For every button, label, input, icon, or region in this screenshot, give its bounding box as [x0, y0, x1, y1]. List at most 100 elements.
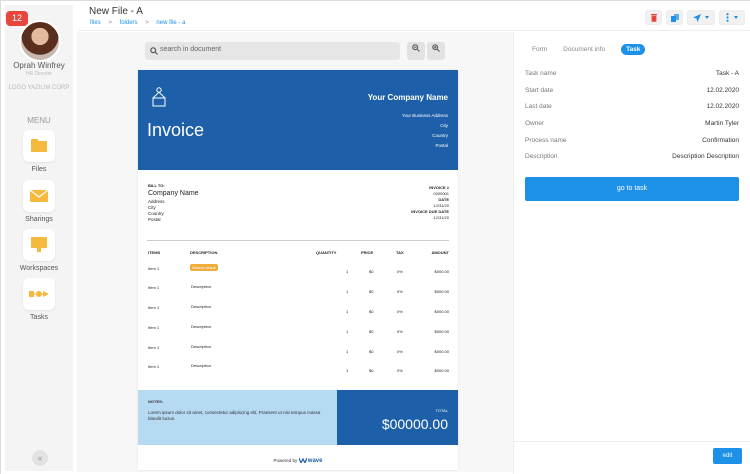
zoom-in-button[interactable] — [427, 42, 445, 60]
row-price: $0 — [369, 349, 374, 354]
zoom-out-button[interactable] — [407, 42, 425, 60]
chevron-down-icon — [705, 16, 709, 19]
row-price: $0 — [369, 329, 374, 334]
more-icon — [726, 13, 729, 22]
send-button[interactable] — [687, 10, 715, 25]
company-country: Country — [432, 133, 448, 138]
notes-label: NOTES: — [148, 399, 164, 404]
notification-badge[interactable]: 12 — [6, 11, 28, 26]
sidebar: 12 Oprah Winfrey HR Director LOGO YAZILI… — [5, 5, 73, 471]
user-name: Oprah Winfrey — [13, 61, 65, 70]
row-quantity: 1 — [346, 368, 349, 373]
divider — [147, 240, 449, 241]
go-to-task-button[interactable]: go to task — [525, 177, 739, 201]
search-result-highlight[interactable]: Search result — [190, 264, 218, 271]
column-header-quantity: QUANTITY — [316, 250, 337, 255]
row-tax: 0% — [397, 368, 403, 373]
search-input[interactable]: search in document — [145, 42, 400, 60]
row-amount: $000.00 — [434, 309, 449, 314]
flow-icon — [29, 291, 49, 297]
company-postal: Postal — [435, 143, 448, 148]
row-quantity: 1 — [346, 329, 349, 334]
user-role: HR Director — [25, 71, 53, 77]
powered-by: Powered by wave — [138, 457, 458, 465]
company-name: LOGO YAZILIM CORP — [8, 85, 70, 91]
field-label: Last date — [525, 103, 552, 110]
wave-logo-icon — [297, 457, 308, 465]
document-viewer: search in document Invoice Your Company … — [77, 32, 513, 472]
company-address: Your Business Address City Country Posta… — [402, 111, 448, 151]
row-item: Item 1 — [148, 345, 160, 350]
delete-button[interactable] — [645, 10, 662, 25]
folder-icon — [31, 141, 47, 152]
workspace-icon — [31, 237, 47, 252]
tab-task[interactable]: Task — [621, 44, 646, 55]
total-block: TOTAL $00000.00 — [337, 390, 458, 445]
zoom-in-icon — [432, 44, 440, 52]
sidebar-item-tasks[interactable]: Tasks — [5, 278, 73, 321]
row-amount: $000.00 — [434, 349, 449, 354]
header: New File - A files > folders > new file … — [78, 1, 750, 31]
page-title: New File - A — [89, 6, 143, 17]
task-panel: Form Document info Task Task name Task -… — [513, 32, 750, 474]
breadcrumb-folders[interactable]: folders — [120, 20, 138, 26]
breadcrumb-separator: > — [108, 20, 112, 26]
row-amount: $000.00 — [434, 329, 449, 334]
row-description: Search result — [190, 264, 218, 271]
row-amount: $000.00 — [434, 368, 449, 373]
search-placeholder: search in document — [160, 46, 222, 53]
bill-postal: Postal — [148, 217, 161, 222]
sidebar-item-label: Sharings — [25, 216, 53, 223]
more-button[interactable] — [719, 10, 745, 25]
powered-by-label: Powered by — [273, 458, 298, 463]
sidebar-item-sharings[interactable]: Sharings — [5, 180, 73, 223]
breadcrumb-files[interactable]: files — [90, 20, 101, 26]
column-header-tax: TAX — [396, 250, 404, 255]
panel-tabs: Form Document info Task — [532, 44, 661, 55]
row-price: $0 — [369, 269, 374, 274]
tab-form[interactable]: Form — [532, 46, 547, 53]
row-item: Item 1 — [148, 364, 160, 369]
row-price: $0 — [369, 368, 374, 373]
row-item: Item 1 — [148, 266, 160, 271]
invoice-logo-icon — [152, 87, 166, 107]
company-city: City — [440, 123, 448, 128]
row-quantity: 1 — [346, 269, 349, 274]
field-label: Owner — [525, 120, 545, 127]
row-price: $0 — [369, 289, 374, 294]
row-tax: 0% — [397, 329, 403, 334]
share-button[interactable] — [666, 10, 683, 25]
sidebar-item-label: Tasks — [30, 314, 48, 321]
invoice-due-date: 12/31/20 — [433, 215, 449, 220]
powered-by-brand: wave — [307, 458, 323, 464]
row-description: Description — [191, 324, 212, 329]
sidebar-item-files[interactable]: Files — [5, 130, 73, 173]
edit-button[interactable]: edit — [713, 448, 742, 464]
field-value: Task - A — [715, 70, 739, 77]
field-label: Task name — [525, 70, 557, 77]
breadcrumb-current[interactable]: new file - a — [156, 20, 185, 26]
field-value: Confirmation — [702, 137, 739, 144]
field-value: Description Description — [672, 153, 739, 160]
breadcrumb: files > folders > new file - a — [90, 20, 191, 26]
row-description: Description — [191, 304, 212, 309]
bill-company: Company Name — [148, 190, 199, 197]
envelope-icon — [30, 190, 48, 202]
search-icon — [150, 47, 158, 55]
sidebar-item-workspaces[interactable]: Workspaces — [5, 229, 73, 272]
row-tax: 0% — [397, 269, 403, 274]
field-label: Start date — [525, 87, 554, 94]
sidebar-item-label: Workspaces — [19, 265, 59, 272]
column-header-items: ITEMS — [148, 250, 161, 255]
header-actions — [645, 10, 745, 25]
sidebar-item-label: Files — [31, 166, 47, 173]
tab-document-info[interactable]: Document info — [563, 46, 605, 53]
row-description: Description — [191, 284, 212, 289]
avatar[interactable] — [19, 20, 61, 62]
collapse-sidebar-button[interactable]: « — [32, 450, 48, 466]
notes-text: Lorem ipsum dolor sit amet, consectetur … — [148, 410, 321, 421]
column-header-description: DESCRIPTION — [190, 250, 218, 255]
zoom-out-icon — [412, 44, 420, 52]
row-description: Description — [191, 344, 212, 349]
row-price: $0 — [369, 309, 374, 314]
